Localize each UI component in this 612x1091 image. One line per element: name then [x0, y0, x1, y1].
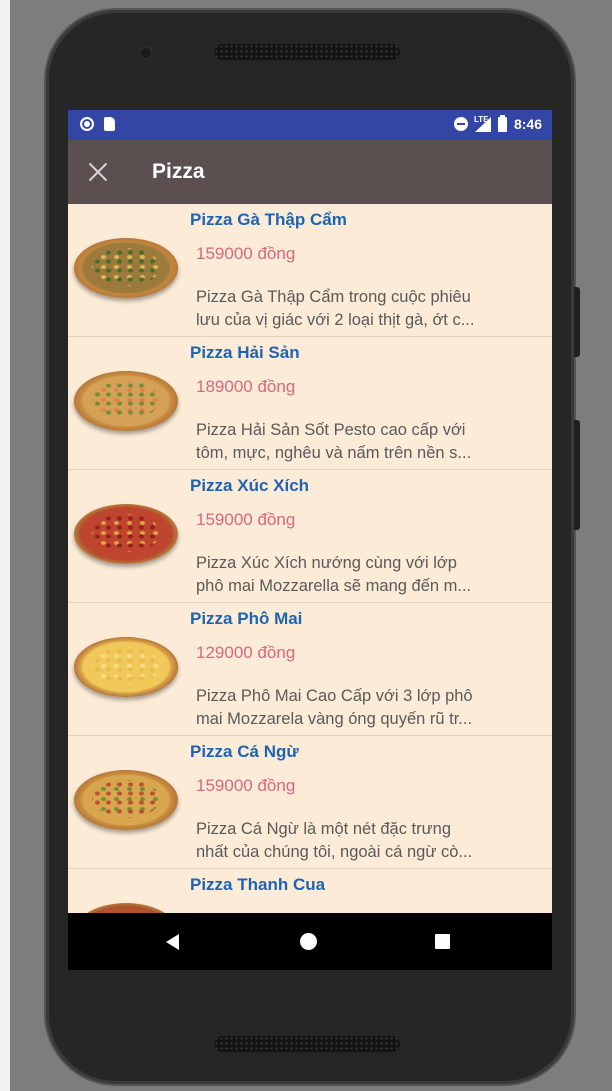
description-line: Pizza Hải Sản Sốt Pesto cao cấp với — [196, 421, 466, 439]
item-name: Pizza Hải Sản — [190, 343, 300, 362]
list-item[interactable]: Pizza Gà Thập Cẩm 159000 đồng Pizza Gà T… — [68, 204, 552, 337]
network-type: LTE — [473, 114, 489, 124]
status-left-icons — [80, 117, 115, 131]
battery-icon — [497, 114, 507, 132]
list-item[interactable]: Pizza Xúc Xích 159000 đồng Pizza Xúc Xíc… — [68, 470, 552, 603]
description-line: mai Mozzarela vàng óng quyến rũ tr... — [196, 710, 473, 728]
description-line: Pizza Cá Ngừ là một nét đặc trưng — [196, 820, 452, 838]
description-line: Pizza Gà Thập Cẩm trong cuộc phiêu — [196, 288, 471, 306]
item-description: Pizza Xúc Xích nướng cùng với lớp phô ma… — [196, 552, 546, 598]
volume-button[interactable] — [574, 420, 580, 530]
status-time: 8:46 — [513, 116, 542, 132]
sd-card-icon — [104, 117, 115, 131]
recents-icon[interactable] — [435, 934, 450, 949]
item-name: Pizza Thanh Cua — [190, 875, 326, 894]
list-item[interactable]: Pizza Hải Sản 189000 đồng Pizza Hải Sản … — [68, 337, 552, 470]
pizza-image — [74, 637, 178, 697]
background-stripe — [0, 0, 10, 1091]
description-line: nhất của chúng tôi, ngoài cá ngừ cò... — [196, 843, 473, 861]
description-line: phô mai Mozzarella sẽ mang đến m... — [196, 577, 472, 595]
app-bar: Pizza — [68, 140, 552, 204]
item-name: Pizza Phô Mai — [190, 609, 303, 628]
description-line: tôm, mực, nghêu và nấm trên nền s... — [196, 444, 472, 462]
item-price: 159000 đồng — [196, 244, 296, 263]
status-bar: LTE 8:46 — [68, 110, 552, 140]
description-line: Pizza Phô Mai Cao Cấp với 3 lớp phô — [196, 687, 473, 705]
do-not-disturb-icon — [453, 117, 468, 131]
power-button[interactable] — [574, 287, 580, 357]
pizza-image — [74, 371, 178, 431]
item-name: Pizza Gà Thập Cẩm — [190, 210, 347, 229]
list-item[interactable]: Pizza Phô Mai 129000 đồng Pizza Phô Mai … — [68, 603, 552, 736]
back-icon[interactable] — [166, 934, 179, 950]
pizza-image — [74, 504, 178, 564]
front-camera — [141, 48, 151, 58]
item-price: 159000 đồng — [196, 776, 296, 795]
signal-icon: LTE — [473, 114, 491, 132]
bottom-speaker — [214, 1036, 400, 1052]
page-title: Pizza — [152, 160, 205, 183]
item-description: Pizza Phô Mai Cao Cấp với 3 lớp phô mai … — [196, 685, 546, 731]
pizza-image — [74, 770, 178, 830]
item-price: 159000 đồng — [196, 510, 296, 529]
list-item[interactable]: Pizza Cá Ngừ 159000 đồng Pizza Cá Ngừ là… — [68, 736, 552, 869]
pizza-image — [74, 238, 178, 298]
item-name: Pizza Xúc Xích — [190, 476, 310, 495]
item-name: Pizza Cá Ngừ — [190, 742, 299, 761]
description-line: lưu của vị giác với 2 loại thịt gà, ớt c… — [196, 311, 475, 329]
top-speaker — [214, 44, 400, 60]
notification-icon — [80, 117, 94, 131]
close-icon[interactable] — [86, 160, 110, 184]
item-price: 129000 đồng — [196, 643, 296, 662]
navigation-bar — [68, 913, 552, 970]
item-price: 189000 đồng — [196, 377, 296, 396]
device-screen: LTE 8:46 Pizza Pizza Gà Thập Cẩm 159000 … — [68, 110, 552, 970]
item-description: Pizza Gà Thập Cẩm trong cuộc phiêu lưu c… — [196, 286, 546, 332]
item-description: Pizza Cá Ngừ là một nét đặc trưng nhất c… — [196, 818, 546, 864]
item-description: Pizza Hải Sản Sốt Pesto cao cấp với tôm,… — [196, 419, 546, 465]
description-line: Pizza Xúc Xích nướng cùng với lớp — [196, 554, 457, 572]
home-icon[interactable] — [300, 933, 317, 950]
status-right-icons: LTE 8:46 — [453, 114, 542, 132]
pizza-list[interactable]: Pizza Gà Thập Cẩm 159000 đồng Pizza Gà T… — [68, 204, 552, 970]
